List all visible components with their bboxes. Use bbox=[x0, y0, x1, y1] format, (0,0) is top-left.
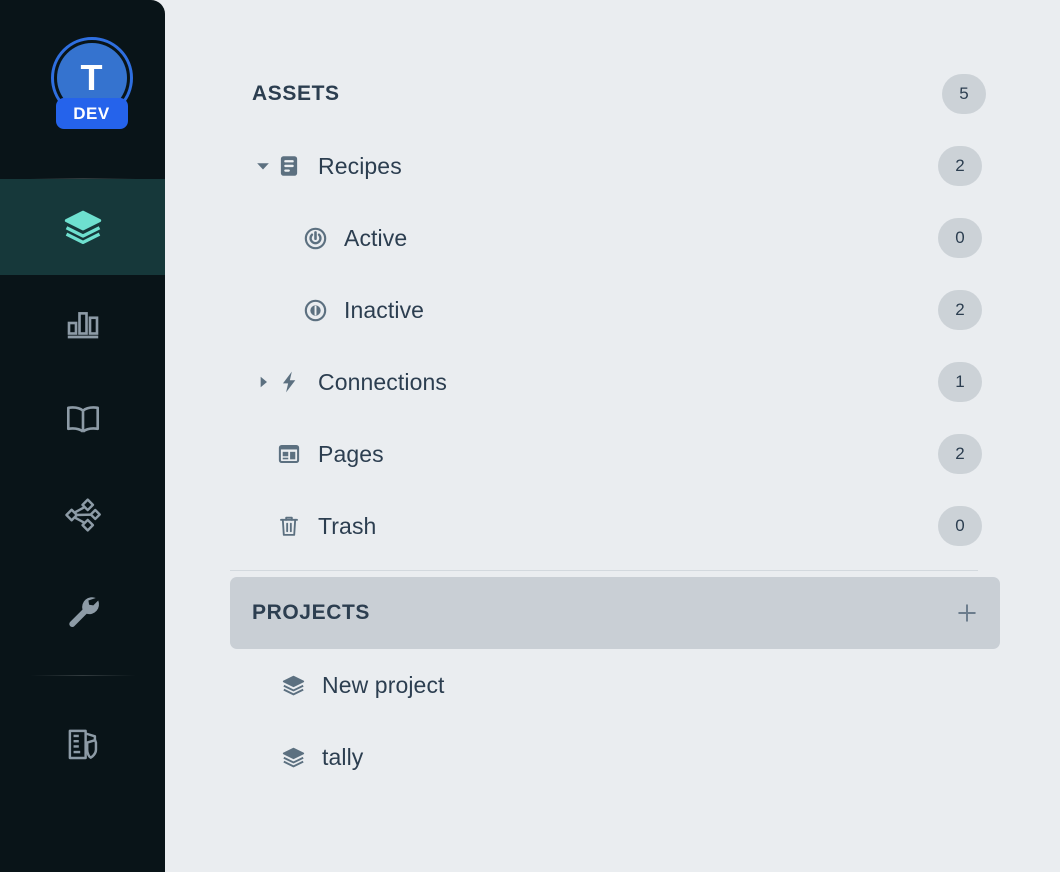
trash-icon bbox=[274, 513, 304, 539]
tree-row-inactive[interactable]: Inactive 2 bbox=[230, 274, 1000, 346]
rail-bottom-list bbox=[0, 696, 165, 792]
tree-row-label: Recipes bbox=[318, 152, 402, 179]
rail-item-analytics[interactable] bbox=[0, 275, 165, 371]
power-on-icon bbox=[300, 225, 330, 252]
rail-item-list bbox=[0, 179, 165, 659]
pages-icon bbox=[274, 441, 304, 467]
tree-row-label: Pages bbox=[318, 440, 384, 467]
app-root: T DEV ASSETS 5 Recipes 2 Active 0 Inacti… bbox=[0, 0, 1060, 872]
tree-row-count-badge: 2 bbox=[938, 434, 982, 474]
logo-letter: T bbox=[80, 57, 103, 98]
projects-section-header[interactable]: PROJECTS bbox=[230, 577, 1000, 649]
main-panel: ASSETS 5 Recipes 2 Active 0 Inactive 2 C… bbox=[165, 0, 1060, 872]
tree-row-count-badge: 0 bbox=[938, 218, 982, 258]
rail-item-library[interactable] bbox=[0, 371, 165, 467]
tree-row-pages[interactable]: Pages 2 bbox=[230, 418, 1000, 490]
assets-count-badge: 5 bbox=[942, 74, 986, 114]
wrench-icon bbox=[62, 590, 104, 632]
power-off-icon bbox=[300, 297, 330, 324]
project-row-label: tally bbox=[322, 743, 364, 770]
tree-row-label: Inactive bbox=[344, 296, 425, 323]
tree-row-count-badge: 0 bbox=[938, 506, 982, 546]
section-divider bbox=[230, 570, 978, 571]
project-row-new-project[interactable]: New project bbox=[230, 649, 1000, 721]
tree-row-label: Trash bbox=[318, 512, 377, 539]
rail-item-admin[interactable] bbox=[0, 696, 165, 792]
book-icon bbox=[62, 398, 104, 440]
assets-title: ASSETS bbox=[252, 82, 340, 105]
chevron-right-icon[interactable] bbox=[252, 375, 274, 389]
nodes-icon bbox=[62, 494, 104, 536]
project-row-tally[interactable]: tally bbox=[230, 721, 1000, 793]
recipe-icon bbox=[274, 153, 304, 179]
rail-item-tools[interactable] bbox=[0, 563, 165, 659]
layers-icon bbox=[278, 744, 308, 771]
projects-title: PROJECTS bbox=[252, 601, 370, 624]
building-shield-icon bbox=[62, 723, 104, 765]
rail-item-workflows[interactable] bbox=[0, 467, 165, 563]
bar-chart-icon bbox=[62, 302, 104, 344]
tree-row-count-badge: 2 bbox=[938, 290, 982, 330]
tree-row-recipes[interactable]: Recipes 2 bbox=[230, 130, 1000, 202]
layers-icon bbox=[61, 205, 105, 249]
rail-item-projects[interactable] bbox=[0, 179, 165, 275]
tree-row-connections[interactable]: Connections 1 bbox=[230, 346, 1000, 418]
add-project-button[interactable] bbox=[952, 598, 982, 628]
rail-divider-bottom bbox=[29, 675, 136, 676]
tree-row-active[interactable]: Active 0 bbox=[230, 202, 1000, 274]
primary-nav-rail: T DEV bbox=[0, 0, 165, 872]
tree-container: ASSETS 5 Recipes 2 Active 0 Inactive 2 C… bbox=[165, 58, 1060, 793]
dev-badge: DEV bbox=[55, 98, 128, 129]
bolt-icon bbox=[274, 369, 304, 395]
tree-row-trash[interactable]: Trash 0 bbox=[230, 490, 1000, 562]
project-row-label: New project bbox=[322, 671, 445, 698]
tree-row-label: Active bbox=[344, 224, 408, 251]
tree-row-count-badge: 2 bbox=[938, 146, 982, 186]
chevron-down-icon[interactable] bbox=[252, 159, 274, 173]
app-logo[interactable]: T DEV bbox=[0, 0, 165, 178]
layers-icon bbox=[278, 672, 308, 699]
tree-row-label: Connections bbox=[318, 368, 447, 395]
assets-section-header[interactable]: ASSETS 5 bbox=[230, 58, 1000, 130]
tree-row-count-badge: 1 bbox=[938, 362, 982, 402]
